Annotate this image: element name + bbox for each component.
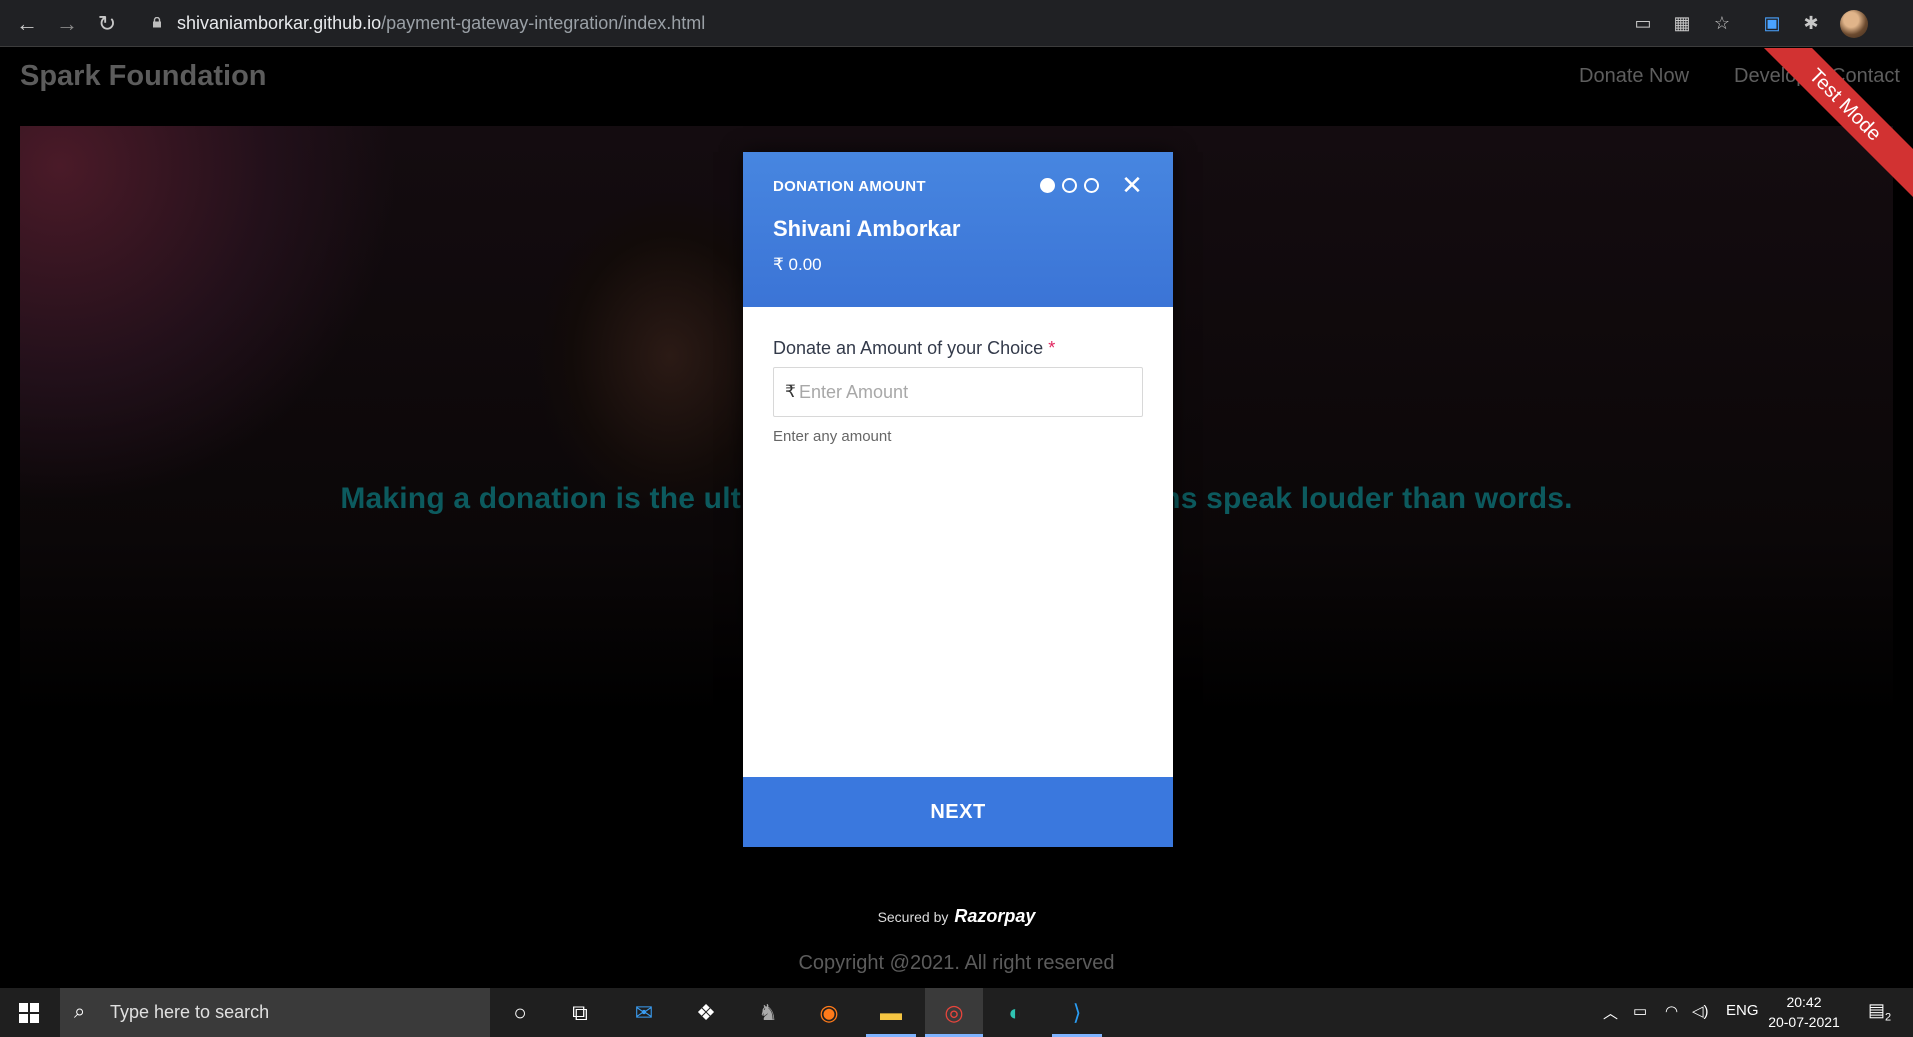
notification-center-icon[interactable]: ▤2 bbox=[1868, 1000, 1891, 1024]
task-view-icon[interactable]: ⧉ bbox=[563, 997, 597, 1029]
show-hidden-icons-icon[interactable]: ︿ bbox=[1603, 1002, 1618, 1023]
close-icon[interactable]: ✕ bbox=[1120, 170, 1144, 200]
file-explorer-icon[interactable]: ▬ bbox=[874, 997, 908, 1029]
bookmark-star-icon[interactable]: ☆ bbox=[1710, 11, 1734, 35]
amount-hint: Enter any amount bbox=[773, 428, 892, 445]
step-indicator bbox=[1040, 178, 1106, 194]
extensions-puzzle-icon[interactable]: ✱ bbox=[1799, 11, 1823, 35]
nav-donate-now[interactable]: Donate Now bbox=[1579, 65, 1689, 88]
copyright: Copyright @2021. All right reserved bbox=[798, 952, 1115, 974]
firefox-icon[interactable]: ◉ bbox=[812, 997, 846, 1029]
amount-input[interactable] bbox=[799, 376, 1129, 408]
chrome-icon[interactable]: ◎ bbox=[937, 997, 971, 1029]
amount-input-box[interactable]: ₹ bbox=[773, 367, 1143, 417]
payment-modal: DONATION AMOUNT ✕ Shivani Amborkar ₹ 0.0… bbox=[743, 152, 1173, 847]
cortana-icon[interactable]: ○ bbox=[503, 997, 537, 1029]
clock-date: 20-07-2021 bbox=[1768, 1014, 1840, 1030]
secured-by-razorpay: Secured by Razorpay bbox=[0, 906, 1913, 927]
cast-icon[interactable]: ▭ bbox=[1631, 11, 1655, 35]
site-brand[interactable]: Spark Foundation bbox=[20, 60, 267, 93]
taskbar-search-placeholder: Type here to search bbox=[110, 1002, 270, 1022]
vscode-icon[interactable]: ⟩ bbox=[1060, 997, 1094, 1029]
back-icon[interactable]: ← bbox=[14, 11, 40, 37]
reload-icon[interactable]: ↻ bbox=[94, 11, 120, 37]
qr-code-icon[interactable]: ▦ bbox=[1670, 11, 1694, 35]
windows-start-icon[interactable] bbox=[19, 1003, 39, 1023]
razorpay-logo: Razorpay bbox=[954, 906, 1036, 926]
step-title: DONATION AMOUNT bbox=[773, 178, 926, 195]
forward-icon[interactable]: → bbox=[54, 11, 80, 37]
notification-count: 2 bbox=[1885, 1011, 1892, 1024]
dropbox-icon[interactable]: ❖ bbox=[689, 997, 723, 1029]
clock-time: 20:42 bbox=[1786, 994, 1822, 1010]
url-text[interactable]: shivaniamborkar.github.io/payment-gatewa… bbox=[177, 13, 705, 34]
lock-icon bbox=[153, 17, 161, 28]
step-dot-active bbox=[1040, 178, 1055, 193]
amount-display: ₹ 0.00 bbox=[773, 255, 822, 274]
taskbar-clock[interactable]: 20:42 20-07-2021 bbox=[1764, 992, 1844, 1032]
rupee-icon: ₹ bbox=[785, 382, 796, 401]
edge-icon[interactable]: ◐ bbox=[998, 997, 1032, 1029]
step-dot bbox=[1062, 178, 1077, 193]
wifi-icon[interactable]: ◠ bbox=[1665, 1002, 1678, 1020]
secured-by-label: Secured by bbox=[877, 909, 949, 925]
input-language[interactable]: ENG bbox=[1726, 1002, 1759, 1019]
taskbar-search[interactable]: ⌕ Type here to search bbox=[60, 988, 490, 1037]
modal-header: DONATION AMOUNT ✕ Shivani Amborkar ₹ 0.0… bbox=[743, 152, 1173, 307]
game-app-icon[interactable]: ♞ bbox=[751, 997, 785, 1029]
amount-field-label: Donate an Amount of your Choice * bbox=[773, 338, 1056, 358]
search-icon: ⌕ bbox=[74, 1001, 86, 1023]
payee-name: Shivani Amborkar bbox=[773, 216, 961, 241]
battery-icon[interactable]: ▭ bbox=[1633, 1002, 1647, 1020]
test-mode-ribbon-wrap: Test Mode bbox=[1723, 48, 1913, 218]
next-button[interactable]: NEXT bbox=[743, 777, 1173, 847]
step-dot bbox=[1084, 178, 1099, 193]
extension-translate-icon[interactable]: ▣ bbox=[1760, 11, 1784, 35]
mail-icon[interactable]: ✉ bbox=[627, 997, 661, 1029]
required-mark: * bbox=[1048, 338, 1056, 358]
windows-taskbar: ⌕ Type here to search ○ ⧉ ✉ ❖ ♞ ◉ ▬ ◎ ◐ … bbox=[0, 988, 1913, 1037]
test-mode-ribbon: Test Mode bbox=[1741, 48, 1913, 209]
volume-icon[interactable]: ◁) bbox=[1692, 1002, 1709, 1020]
profile-avatar[interactable] bbox=[1840, 10, 1868, 38]
browser-toolbar: ← → ↻ shivaniamborkar.github.io/payment-… bbox=[0, 0, 1913, 47]
